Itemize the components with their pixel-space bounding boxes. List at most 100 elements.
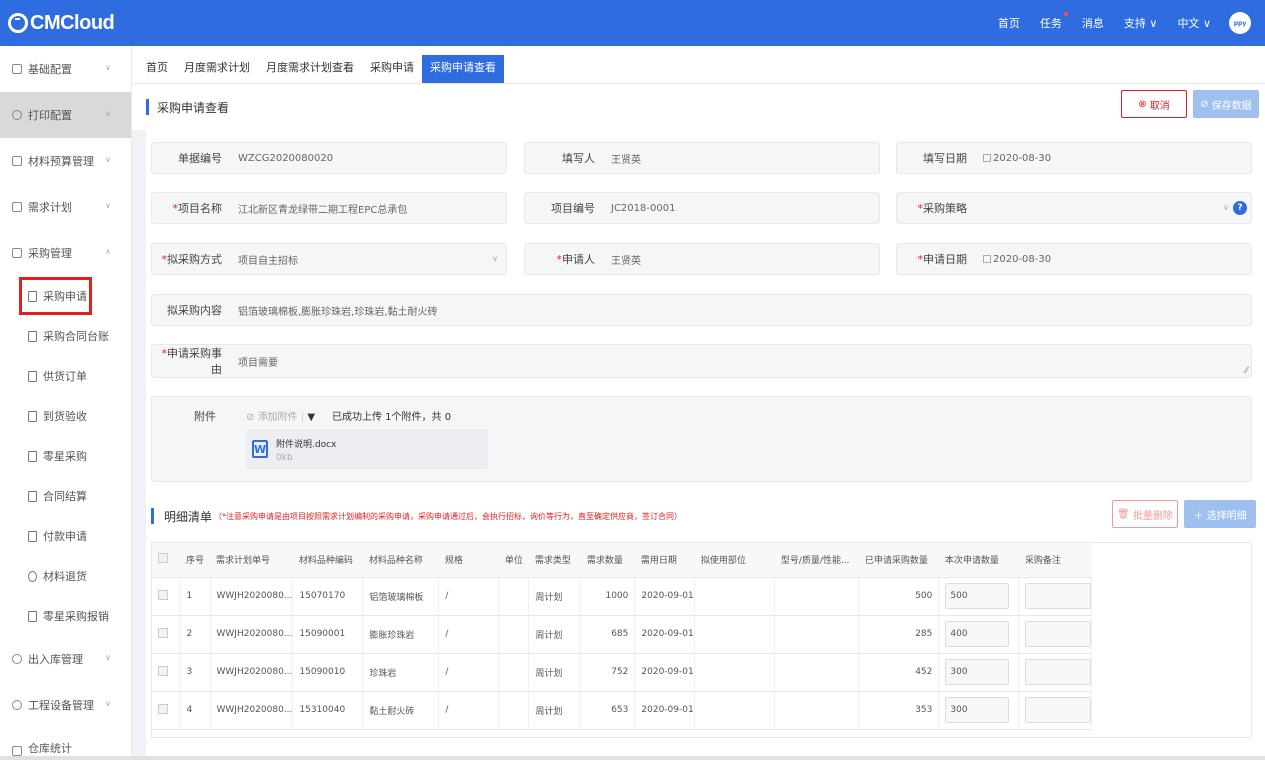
sidebar-subitem-contract-ledger[interactable]: 采购合同台账 [0, 316, 131, 356]
sidebar-subitem-supply-order[interactable]: 供货订单 [0, 356, 131, 396]
plan-icon [12, 202, 22, 212]
column-header: 需求数量 [580, 543, 635, 578]
caret-down-icon[interactable]: ▼ [307, 412, 315, 423]
doc-no-field[interactable]: 单据编号 WZCG2020080020 [151, 142, 507, 174]
remark-cell [1018, 615, 1093, 654]
applicant-field[interactable]: *申请人 王贤英 [524, 243, 880, 275]
table-cell-applied: 500 [858, 577, 940, 616]
field-label-wrap: *申请采购事由 [152, 345, 232, 377]
tab-purchase-request-view[interactable]: 采购申请查看 [422, 55, 504, 83]
row-checkbox[interactable] [158, 703, 168, 714]
help-icon[interactable]: ? [1233, 201, 1247, 215]
remark-input[interactable] [1025, 659, 1091, 685]
sidebar-subitem-sporadic-reimburse[interactable]: 零星采购报销 [0, 596, 131, 636]
sidebar-item-print-config[interactable]: 打印配置 ∨ [0, 92, 131, 138]
sidebar-subitem-material-return[interactable]: 材料退货 [0, 556, 131, 596]
calendar-icon [983, 153, 991, 162]
sidebar-subitem-purchase-request[interactable]: 采购申请 [18, 276, 93, 316]
choose-detail-button[interactable]: ＋ 选择明细 [1184, 500, 1256, 528]
field-label: 申请采购事由 [167, 347, 222, 376]
apply-date-field[interactable]: *申请日期 2020-08-30 [896, 243, 1252, 275]
content-field[interactable]: 拟采购内容 铝箔玻璃棉板,膨胀珍珠岩,珍珠岩,黏土耐火砖 [151, 294, 1252, 326]
reason-textarea[interactable]: *申请采购事由 项目需要 ⁄⁄ [151, 344, 1252, 378]
procurement-icon [12, 248, 22, 258]
current-qty-input[interactable]: 300 [945, 659, 1010, 685]
nav-support[interactable]: 支持 ∨ [1124, 15, 1158, 31]
current-qty-input[interactable]: 400 [945, 621, 1010, 647]
tab-bar: 首页 月度需求计划 月度需求计划查看 采购申请 采购申请查看 [132, 46, 1265, 84]
table-cell-plan_no: WWJH2020080... [210, 691, 294, 730]
field-label: 项目名称 [178, 202, 222, 215]
app-logo[interactable]: CMCloud [0, 0, 132, 46]
nav-messages[interactable]: 消息 [1082, 15, 1104, 31]
row-checkbox[interactable] [158, 665, 168, 676]
filler-field[interactable]: 填写人 王贤英 [524, 142, 880, 174]
column-header: 需求类型 [528, 543, 581, 578]
table-cell-unit [498, 653, 530, 692]
table-cell-name: 珍珠岩 [362, 653, 440, 692]
sidebar-subitem-label: 合同结算 [43, 490, 87, 503]
stats-icon [12, 746, 22, 756]
nav-home[interactable]: 首页 [998, 15, 1020, 31]
save-button[interactable]: ⊘ 保存数据 [1193, 90, 1259, 118]
tab-purchase-request[interactable]: 采购申请 [362, 55, 422, 83]
table-cell-unit [498, 691, 530, 730]
attach-label: 附件 [194, 410, 216, 423]
tab-monthly-plan-view[interactable]: 月度需求计划查看 [258, 55, 362, 83]
current-qty-input[interactable]: 300 [945, 697, 1010, 723]
method-select[interactable]: *拟采购方式 项目自主招标 ∨ [151, 243, 507, 275]
remark-input[interactable] [1025, 583, 1091, 609]
sidebar-subitem-sporadic-purchase[interactable]: 零星采购 [0, 436, 131, 476]
sidebar-item-warehouse-stats[interactable]: 仓库统计 [0, 728, 131, 756]
sidebar-item-inventory[interactable]: 出入库管理 ∨ [0, 636, 131, 682]
project-name-field[interactable]: *项目名称 江北新区青龙绿带二期工程EPC总承包 [151, 192, 507, 224]
sidebar-subitem-label: 付款申请 [43, 530, 87, 543]
chevron-down-icon: ∨ [492, 254, 498, 263]
sidebar-subitem-arrival-check[interactable]: 到货验收 [0, 396, 131, 436]
table-cell-code: 15070170 [292, 577, 364, 616]
nav-language[interactable]: 中文 ∨ [1177, 15, 1211, 31]
table-cell-no: 1 [180, 577, 211, 616]
field-label: 采购策略 [923, 202, 967, 215]
add-attachment-button[interactable]: ⊘ 添加附件 | ▼ [246, 408, 315, 423]
row-checkbox[interactable] [158, 627, 168, 638]
calendar-icon [983, 254, 991, 263]
apply-date-value: 2020-08-30 [993, 253, 1052, 265]
cancel-button[interactable]: ⊗ 取消 [1121, 90, 1187, 118]
tab-monthly-plan[interactable]: 月度需求计划 [176, 55, 258, 83]
remark-input[interactable] [1025, 697, 1091, 723]
sidebar-item-equipment[interactable]: 工程设备管理 ∨ [0, 682, 131, 728]
chevron-down-icon: ∨ [1202, 17, 1211, 30]
sidebar-subitem-label: 零星采购 [43, 450, 87, 463]
remark-input[interactable] [1025, 621, 1091, 647]
avatar[interactable]: ppy [1229, 12, 1251, 34]
table-cell-type: 周计划 [528, 653, 582, 692]
bulk-delete-button[interactable]: 🗑 批量删除 [1112, 500, 1178, 528]
sidebar-item-procurement[interactable]: 采购管理 ∧ [0, 230, 131, 276]
sidebar-item-budget[interactable]: 材料预算管理 ∨ [0, 138, 131, 184]
strategy-select[interactable]: *采购策略 ∨ ? [896, 192, 1252, 224]
sidebar-subitem-contract-settlement[interactable]: 合同结算 [0, 476, 131, 516]
resize-handle-icon[interactable]: ⁄⁄ [1245, 366, 1248, 376]
column-header: 需用日期 [634, 543, 695, 578]
nav-tasks[interactable]: 任务 [1040, 12, 1068, 31]
sidebar-item-demand-plan[interactable]: 需求计划 ∨ [0, 184, 131, 230]
sidebar-item-label: 材料预算管理 [28, 155, 94, 168]
row-checkbox[interactable] [158, 589, 168, 600]
sidebar-item-basic-config[interactable]: 基础配置 ∨ [0, 46, 131, 92]
column-header: 材料品种名称 [362, 543, 439, 578]
column-header: 规格 [438, 543, 499, 578]
project-no-field[interactable]: 项目编号 JC2018-0001 [524, 192, 880, 224]
sidebar-item-label: 出入库管理 [28, 653, 83, 666]
select-all-checkbox[interactable] [158, 553, 168, 564]
field-label-wrap: *拟采购方式 [152, 251, 232, 267]
current-qty-input[interactable]: 500 [945, 583, 1010, 609]
fill-date-field[interactable]: 填写日期 2020-08-30 [896, 142, 1252, 174]
file-card[interactable]: W 附件说明.docx 0kb [246, 429, 488, 469]
detail-title: 明细清单 [164, 509, 213, 524]
table-cell-no: 2 [180, 615, 211, 654]
sidebar-subitem-payment-request[interactable]: 付款申请 [0, 516, 131, 556]
tab-home[interactable]: 首页 [138, 55, 176, 83]
table-cell-part [694, 653, 776, 692]
horizontal-scrollbar[interactable] [0, 756, 1265, 760]
